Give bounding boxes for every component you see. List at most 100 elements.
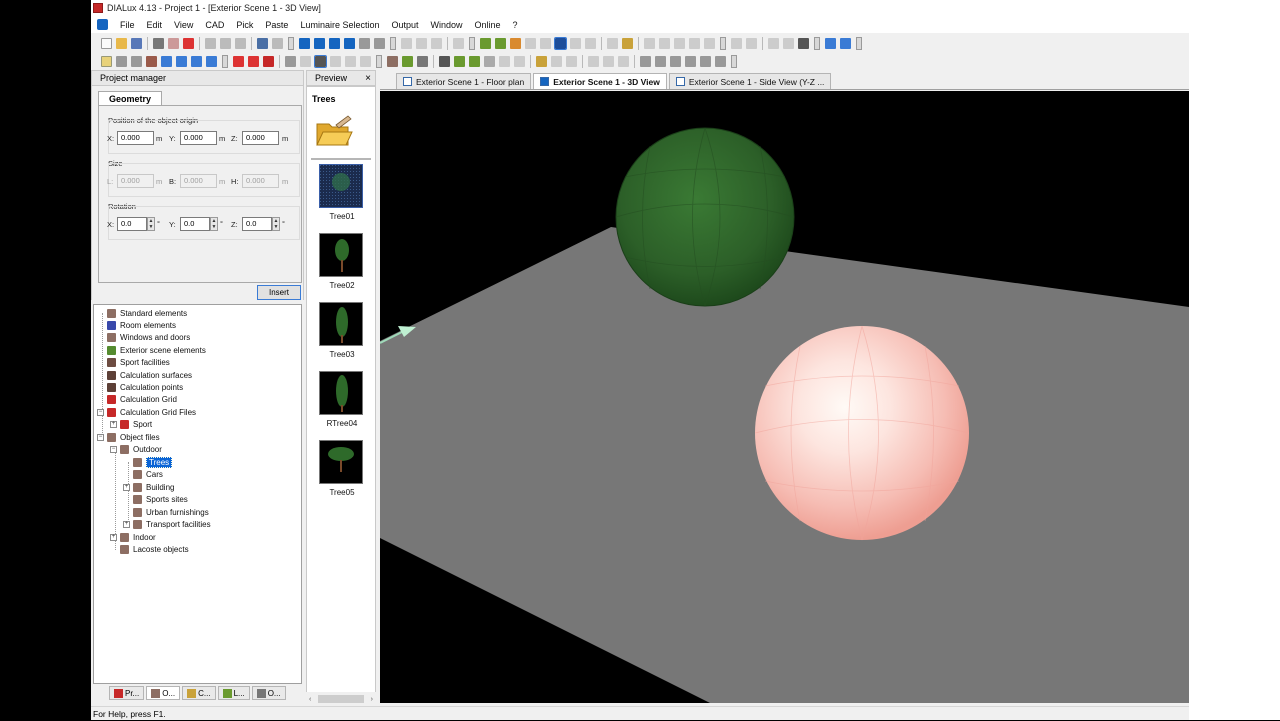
collapse-icon[interactable]: − — [97, 408, 104, 416]
move-icon[interactable] — [401, 37, 412, 49]
3d-viewport[interactable] — [380, 91, 1189, 703]
menu-window[interactable]: Window — [425, 20, 469, 30]
position-y-field[interactable]: 0.000 — [180, 131, 217, 145]
furniture-icon[interactable] — [417, 55, 428, 67]
expand-icon[interactable]: + — [123, 520, 130, 528]
tree-item-calculation-points[interactable]: Calculation points — [107, 381, 183, 393]
rotation-z-stepper[interactable]: ▲ ▼ — [272, 217, 280, 231]
tab-objects[interactable]: O... — [146, 686, 181, 700]
page-icon[interactable] — [768, 37, 779, 49]
tree-item-sports-sites[interactable]: Sports sites — [133, 493, 188, 505]
arrange-icon[interactable] — [525, 37, 536, 49]
menu-file[interactable]: File — [114, 20, 141, 30]
print-preview-icon[interactable] — [168, 37, 179, 49]
luminaire-line-icon[interactable] — [263, 55, 274, 67]
toolbar-dropdown[interactable] — [390, 36, 396, 50]
tree-item-sport[interactable]: + Sport — [110, 418, 152, 430]
menu-pick[interactable]: Pick — [230, 20, 259, 30]
toolbar-dropdown[interactable] — [856, 36, 862, 50]
tree-item-indoor[interactable]: + Indoor — [110, 531, 156, 543]
menu-view[interactable]: View — [168, 20, 199, 30]
menu-output[interactable]: Output — [385, 20, 424, 30]
menu-help[interactable]: ? — [507, 20, 524, 30]
close-icon[interactable]: × — [365, 73, 371, 84]
view-zoom-icon[interactable] — [359, 37, 370, 49]
toolbar-dropdown[interactable] — [469, 36, 475, 50]
tab-floor-plan[interactable]: Exterior Scene 1 - Floor plan — [396, 73, 532, 89]
ungroup-icon[interactable] — [618, 55, 629, 67]
walk-icon[interactable] — [345, 55, 356, 67]
view-side-icon[interactable] — [344, 37, 355, 49]
menu-online[interactable]: Online — [469, 20, 507, 30]
scroll-thumb[interactable] — [318, 695, 364, 703]
measure-icon[interactable] — [453, 37, 464, 49]
tree-item-room-elements[interactable]: Room elements — [107, 319, 176, 331]
save-icon[interactable] — [131, 37, 142, 49]
tree-item-calculation-grid-files[interactable]: − Calculation Grid Files — [97, 406, 196, 418]
tab-side-view[interactable]: Exterior Scene 1 - Side View (Y-Z ... — [668, 73, 832, 89]
toolbar-dropdown[interactable] — [814, 36, 820, 50]
texture-icon[interactable] — [387, 55, 398, 67]
zoom-icon[interactable] — [176, 55, 187, 67]
luminaire-sphere[interactable] — [754, 325, 970, 541]
3d-scene[interactable] — [380, 91, 1189, 703]
thumb-tree05[interactable] — [319, 440, 363, 484]
tree-item-building[interactable]: + Building — [123, 481, 174, 493]
car-icon[interactable] — [439, 55, 450, 67]
start-calc-icon[interactable] — [622, 37, 633, 49]
polyline-icon[interactable] — [655, 55, 666, 67]
paste-icon[interactable] — [235, 37, 246, 49]
tree-item-standard-elements[interactable]: Standard elements — [107, 307, 187, 319]
cursor-icon[interactable] — [285, 55, 296, 67]
render-icon[interactable] — [554, 36, 567, 50]
toolbar-dropdown[interactable] — [720, 36, 726, 50]
colors-icon[interactable] — [585, 37, 596, 49]
orbit-icon[interactable] — [314, 54, 327, 68]
tree-item-outdoor[interactable]: − Outdoor — [110, 443, 162, 455]
insert-button[interactable]: Insert — [257, 285, 301, 300]
area-icon[interactable] — [551, 55, 562, 67]
tab-colors[interactable]: C... — [182, 686, 216, 700]
circle-icon[interactable] — [685, 55, 696, 67]
tree-item-object-files[interactable]: − Object files — [97, 431, 160, 443]
scale-icon[interactable] — [431, 37, 442, 49]
expand-icon[interactable]: + — [123, 483, 130, 491]
luminaire-icon[interactable] — [480, 37, 491, 49]
ground-icon[interactable] — [514, 55, 525, 67]
tab-output[interactable]: O... — [251, 686, 286, 700]
scroll-left-icon[interactable]: ‹ — [309, 696, 311, 703]
view-front-icon[interactable] — [329, 37, 340, 49]
bush-icon[interactable] — [469, 55, 480, 67]
calc-icon[interactable] — [607, 37, 618, 49]
thumb-tree03[interactable] — [319, 302, 363, 346]
raytrace-icon[interactable] — [570, 37, 581, 49]
rotation-y-stepper[interactable]: ▲ ▼ — [210, 217, 218, 231]
hierarchy-icon[interactable] — [588, 55, 599, 67]
tab-project[interactable]: Pr... — [109, 686, 145, 700]
thumb-tree01[interactable] — [319, 164, 363, 208]
rotation-z-field[interactable]: 0.0 — [242, 217, 272, 231]
projector-icon[interactable] — [798, 37, 809, 49]
tree-item-lacoste-objects[interactable]: Lacoste objects — [120, 543, 189, 555]
note-icon[interactable] — [536, 55, 547, 67]
menu-paste[interactable]: Paste — [259, 20, 294, 30]
street-icon[interactable] — [499, 55, 510, 67]
hand-icon[interactable] — [330, 55, 341, 67]
menu-cad[interactable]: CAD — [199, 20, 230, 30]
curve-icon[interactable] — [670, 55, 681, 67]
expand-icon[interactable]: + — [110, 533, 117, 541]
align-icon[interactable] — [540, 37, 551, 49]
tab-luminaires[interactable]: L... — [217, 686, 250, 700]
tree-item-calculation-grid[interactable]: Calculation Grid — [107, 393, 177, 405]
fly-icon[interactable] — [360, 55, 371, 67]
zoom-in-icon[interactable] — [300, 55, 311, 67]
collapse-icon[interactable]: − — [97, 433, 104, 441]
rotation-x-field[interactable]: 0.0 — [117, 217, 147, 231]
tree-item-cars[interactable]: Cars — [133, 468, 163, 480]
tree-item-calculation-surfaces[interactable]: Calculation surfaces — [107, 369, 192, 381]
rotation-y-field[interactable]: 0.0 — [180, 217, 210, 231]
folder-open-icon[interactable] — [314, 112, 354, 152]
menu-edit[interactable]: Edit — [141, 20, 169, 30]
table-icon[interactable] — [704, 37, 715, 49]
tree-item-windows-doors[interactable]: Windows and doors — [107, 331, 190, 343]
